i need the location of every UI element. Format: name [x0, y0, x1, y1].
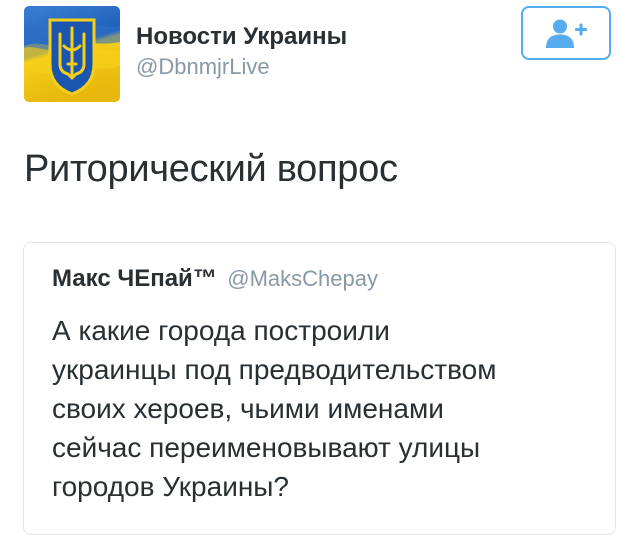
quoted-tweet-header: Макс ЧЕпай™ @MaksChepay — [52, 265, 378, 293]
follow-button[interactable] — [521, 6, 611, 60]
avatar[interactable] — [24, 6, 120, 102]
quoted-tweet[interactable]: Макс ЧЕпай™ @MaksChepay А какие города п… — [23, 242, 616, 535]
quoted-tweet-text: А какие города построили украинцы под пр… — [52, 311, 607, 506]
user-info: Новости Украины @DbnmjrLive — [136, 22, 347, 82]
quoted-text-line: украинцы под предводительством — [52, 354, 497, 385]
tweet-card: Новости Украины @DbnmjrLive Риторический… — [0, 0, 640, 548]
quoted-username-handle: @MaksChepay — [227, 266, 378, 291]
quoted-text-line: сейчас переименовывают улицы — [52, 432, 481, 463]
display-name[interactable]: Новости Украины — [136, 22, 347, 52]
coat-of-arms-icon — [24, 6, 120, 102]
tweet-header: Новости Украины @DbnmjrLive — [24, 6, 624, 102]
username-handle[interactable]: @DbnmjrLive — [136, 52, 347, 82]
quoted-display-name: Макс ЧЕпай™ — [52, 265, 217, 292]
add-user-icon — [546, 19, 587, 48]
quoted-text-line: А какие города построили — [52, 315, 390, 346]
quoted-text-line: своих хероев, чьими именами — [52, 393, 444, 424]
quoted-text-line: городов Украины? — [52, 471, 289, 502]
tweet-text: Риторический вопрос — [24, 148, 398, 190]
